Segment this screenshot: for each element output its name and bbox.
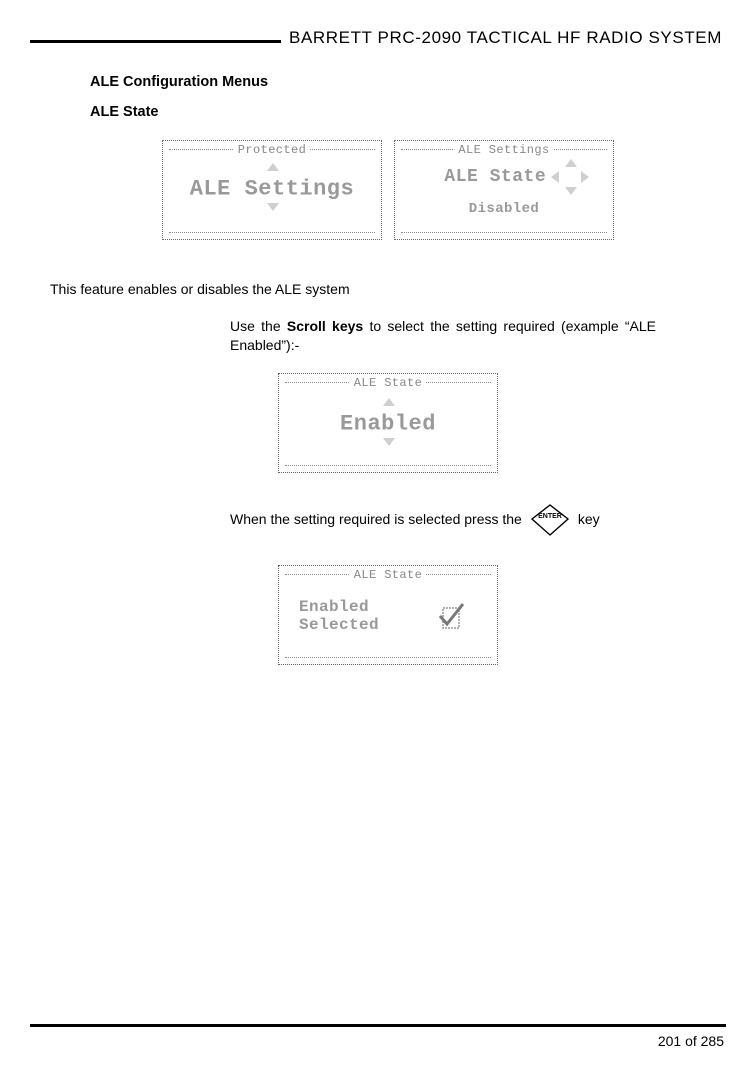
lcd-panel-enabled: ALE State Enabled — [278, 373, 498, 473]
chevron-up-icon — [565, 159, 577, 167]
chevron-down-icon — [267, 203, 279, 211]
lcd3-main: Enabled — [340, 411, 436, 436]
enter-key-label: ENTER — [538, 513, 562, 520]
page-number: 201 of 285 — [30, 1033, 726, 1049]
step2b: key — [578, 510, 600, 529]
lcd-bottom-rule — [401, 232, 607, 233]
step1b: Scroll keys — [287, 318, 363, 334]
lcd-panel-ale-state: ALE Settings ALE State Disabled — [394, 140, 614, 240]
lcd-row-1: Protected ALE Settings ALE Settings ALE … — [90, 140, 686, 240]
lcd2-sub: Disabled — [469, 201, 539, 217]
section-subtitle: ALE State — [90, 104, 686, 120]
footer-rule — [30, 1024, 726, 1027]
page-header: BARRETT PRC-2090 TACTICAL HF RADIO SYSTE… — [30, 28, 726, 54]
check-document-icon — [437, 602, 467, 635]
lcd-row-3: ALE State Enabled Selected — [90, 565, 686, 665]
page-footer: 201 of 285 — [30, 1024, 726, 1049]
lcd-panel-protected: Protected ALE Settings — [162, 140, 382, 240]
header-title: BARRETT PRC-2090 TACTICAL HF RADIO SYSTE… — [281, 28, 726, 48]
lcd-bottom-rule — [169, 232, 375, 233]
lcd-bottom-rule — [285, 465, 491, 466]
chevron-down-icon — [565, 187, 577, 195]
chevron-down-icon — [383, 438, 395, 446]
chevron-left-icon — [551, 171, 559, 183]
lcd1-main: ALE Settings — [190, 177, 354, 202]
step1-text: Use the Scroll keys to select the settin… — [230, 317, 656, 355]
lcd4-line1: Enabled — [299, 598, 379, 616]
lcd4-lines: Enabled Selected — [299, 598, 379, 635]
lcd4-top-label: ALE State — [350, 568, 426, 582]
lcd3-top-label: ALE State — [350, 376, 426, 390]
step2-text: When the setting required is selected pr… — [230, 503, 656, 537]
chevron-right-icon — [581, 171, 589, 183]
page: BARRETT PRC-2090 TACTICAL HF RADIO SYSTE… — [0, 0, 756, 1083]
chevron-up-icon — [383, 398, 395, 406]
lcd-row-2: ALE State Enabled — [90, 373, 686, 473]
lcd-bottom-rule — [285, 657, 491, 658]
section-title: ALE Configuration Menus — [90, 74, 686, 90]
lcd1-top-label: Protected — [234, 143, 310, 157]
content: ALE Configuration Menus ALE State Protec… — [30, 74, 726, 665]
lcd2-top-label: ALE Settings — [454, 143, 553, 157]
lcd4-line2: Selected — [299, 616, 379, 634]
intro-text: This feature enables or disables the ALE… — [50, 280, 686, 299]
step2a: When the setting required is selected pr… — [230, 510, 522, 529]
enter-key-icon: ENTER — [530, 503, 570, 537]
lcd-panel-enabled-selected: ALE State Enabled Selected — [278, 565, 498, 665]
step1a: Use the — [230, 318, 287, 334]
lcd2-main: ALE State — [444, 167, 546, 187]
chevron-up-icon — [267, 163, 279, 171]
